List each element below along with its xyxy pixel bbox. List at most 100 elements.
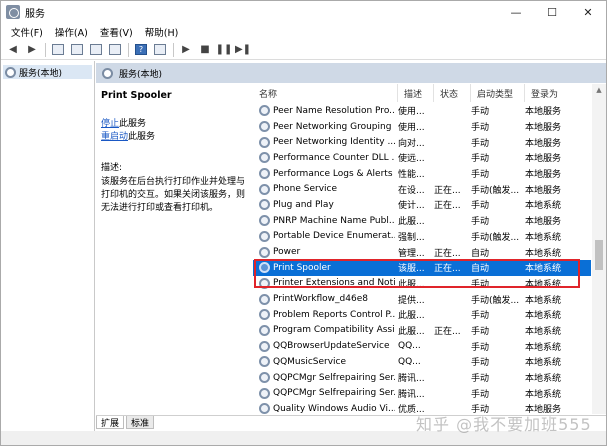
table-row[interactable]: Program Compatibility Assi... 此服... 正在... 手… <box>253 323 591 339</box>
service-description: 提供... <box>398 295 425 306</box>
service-name: Power <box>273 247 301 258</box>
service-logon-as: 本地服务 <box>525 154 562 165</box>
scrollbar-thumb[interactable] <box>595 240 603 270</box>
close-button[interactable]: ✕ <box>570 1 606 23</box>
service-gear-icon <box>259 215 270 227</box>
restart-service-link[interactable]: 重启动 <box>101 132 128 142</box>
back-icon[interactable]: ◀ <box>5 42 21 57</box>
table-row[interactable]: Plug and Play 使计... 正在... 手动 本地系统 <box>253 197 591 213</box>
service-status <box>434 385 468 401</box>
scroll-up-icon[interactable]: ▲ <box>592 84 606 96</box>
service-gear-icon <box>259 230 270 242</box>
column-header-status[interactable]: 状态 <box>434 84 471 102</box>
service-status: 正在... <box>434 326 461 337</box>
service-gear-icon <box>259 168 270 180</box>
service-logon-as: 本地系统 <box>525 248 562 259</box>
service-name: Problem Reports Control P... <box>273 309 395 320</box>
table-row[interactable]: Peer Networking Identity ... 向对... 手动 本地服务 <box>253 134 591 150</box>
service-logon-as: 本地服务 <box>525 138 562 149</box>
toolbar-separator <box>173 42 174 57</box>
column-header-name[interactable]: 名称 <box>253 84 398 102</box>
toolbar-separator <box>45 42 46 57</box>
start-service-icon[interactable]: ▶ <box>178 42 194 57</box>
service-gear-icon <box>259 152 270 164</box>
column-header-logon-as[interactable]: 登录为 <box>525 84 591 102</box>
up-level-icon[interactable] <box>69 42 85 57</box>
selected-service-name: Print Spooler <box>101 90 172 101</box>
restart-service-line: 重启动此服务 <box>101 131 247 144</box>
service-logon-as: 本地系统 <box>525 374 562 385</box>
table-row[interactable]: Performance Counter DLL ... 使远... 手动 本地服务 <box>253 150 591 166</box>
table-row[interactable]: QQBrowserUpdateService QQ... 手动 本地系统 <box>253 338 591 354</box>
refresh-icon[interactable] <box>88 42 104 57</box>
service-status <box>434 134 468 150</box>
table-row[interactable]: Power 管理... 正在... 自动 本地系统 <box>253 244 591 260</box>
table-row[interactable]: Problem Reports Control P... 此服... 手动 本地系统 <box>253 307 591 323</box>
service-logon-as: 本地服务 <box>525 217 562 228</box>
menu-view[interactable]: 查看(V) <box>94 25 139 39</box>
description-label: 描述: <box>101 163 123 173</box>
gear-icon <box>102 67 113 79</box>
service-logon-as: 本地系统 <box>525 232 562 243</box>
tree-item-services-local[interactable]: 服务(本地) <box>3 65 92 79</box>
table-row[interactable]: QQPCMgr Selfrepairing Ser... 腾讯... 手动 本地系统 <box>253 385 591 401</box>
service-name-cell: Portable Device Enumerat... <box>259 229 395 245</box>
service-startup-type: 手动 <box>471 389 490 400</box>
service-startup-type: 手动 <box>471 217 490 228</box>
tab-standard[interactable]: 标准 <box>126 416 155 429</box>
tab-extended[interactable]: 扩展 <box>96 416 125 429</box>
service-description: 使远... <box>398 154 425 165</box>
service-name-cell: Peer Networking Grouping <box>259 119 395 135</box>
service-description: 强制... <box>398 232 425 243</box>
service-gear-icon <box>259 309 270 321</box>
service-gear-icon <box>259 324 270 336</box>
menu-help[interactable]: 帮助(H) <box>139 25 185 39</box>
service-status <box>434 103 468 119</box>
show-tree-icon[interactable] <box>50 42 66 57</box>
forward-icon[interactable]: ▶ <box>24 42 40 57</box>
service-status <box>434 229 468 245</box>
service-startup-type: 手动 <box>471 358 490 369</box>
stop-service-icon[interactable]: ■ <box>197 42 213 57</box>
restart-service-icon[interactable]: ▶❚ <box>235 42 251 57</box>
table-row[interactable]: Phone Service 在设... 正在... 手动(触发... 本地服务 <box>253 181 591 197</box>
pause-service-icon[interactable]: ❚❚ <box>216 42 233 57</box>
service-name: Phone Service <box>273 184 338 195</box>
table-row[interactable]: QQPCMgr Selfrepairing Ser... 腾讯... 手动 本地系统 <box>253 370 591 386</box>
menu-file[interactable]: 文件(F) <box>5 25 49 39</box>
minimize-button[interactable]: — <box>498 1 534 23</box>
vertical-scrollbar[interactable]: ▲ <box>592 84 606 414</box>
service-status <box>434 119 468 135</box>
table-row[interactable]: PrintWorkflow_d46e8 提供... 手动(触发... 本地系统 <box>253 291 591 307</box>
service-name-cell: Performance Counter DLL ... <box>259 150 395 166</box>
service-gear-icon <box>259 387 270 399</box>
table-row[interactable]: PNRP Machine Name Publ... 此服... 手动 本地服务 <box>253 213 591 229</box>
service-logon-as: 本地系统 <box>525 358 562 369</box>
service-description: 此服... <box>398 311 425 322</box>
column-header-startup-type[interactable]: 启动类型 <box>471 84 525 102</box>
service-startup-type: 手动(触发... <box>471 185 520 196</box>
service-gear-icon <box>259 183 270 195</box>
service-name-cell: Plug and Play <box>259 197 395 213</box>
maximize-button[interactable]: ☐ <box>534 1 570 23</box>
restart-service-suffix: 此服务 <box>128 132 156 142</box>
properties-icon[interactable] <box>152 42 168 57</box>
help-icon[interactable]: ? <box>133 42 149 57</box>
service-gear-icon <box>259 199 270 211</box>
service-details-panel: Print Spooler 停止此服务 重启动此服务 描述: 该服务在后台执行打… <box>96 84 252 414</box>
service-logon-as: 本地服务 <box>525 107 562 118</box>
service-logon-as: 本地系统 <box>525 295 562 306</box>
column-header-description[interactable]: 描述 <box>398 84 434 102</box>
menu-action[interactable]: 操作(A) <box>49 25 94 39</box>
table-row[interactable]: Portable Device Enumerat... 强制... 手动(触发...… <box>253 229 591 245</box>
table-row[interactable]: QQMusicService QQ... 手动 本地系统 <box>253 354 591 370</box>
tree-item-label: 服务(本地) <box>19 68 63 79</box>
export-list-icon[interactable] <box>107 42 123 57</box>
service-name-cell: Peer Name Resolution Pro... <box>259 103 395 119</box>
stop-service-line: 停止此服务 <box>101 118 247 131</box>
service-description: 使计... <box>398 201 425 212</box>
table-row[interactable]: Peer Networking Grouping 使用... 手动 本地服务 <box>253 119 591 135</box>
table-row[interactable]: Performance Logs & Alerts 性能... 手动 本地服务 <box>253 166 591 182</box>
table-row[interactable]: Peer Name Resolution Pro... 使用... 手动 本地服务 <box>253 103 591 119</box>
stop-service-link[interactable]: 停止 <box>101 119 119 129</box>
